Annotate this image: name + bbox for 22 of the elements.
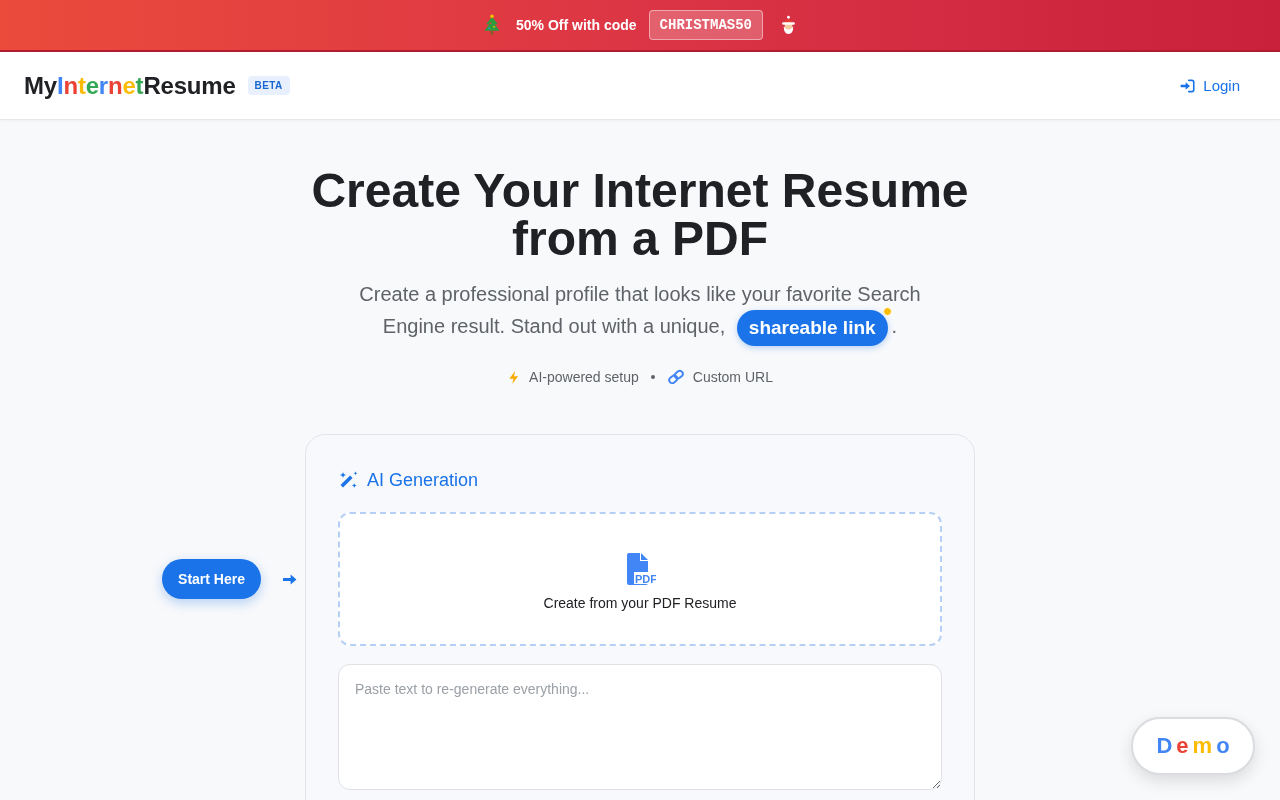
notification-dot-icon — [882, 307, 892, 316]
login-icon — [1180, 78, 1196, 93]
christmas-tree-icon — [482, 14, 502, 36]
santa-face-icon — [779, 15, 798, 35]
separator-dot-icon — [650, 375, 655, 379]
magic-wand-icon — [338, 470, 358, 490]
beta-badge: BETA — [247, 76, 290, 95]
link-icon — [666, 368, 685, 386]
arrow-right-icon — [282, 572, 297, 586]
start-here-button[interactable]: Start Here — [162, 559, 261, 599]
hero-title: Create Your Internet Resume from a PDF — [310, 167, 970, 263]
card-title: AI Generation — [367, 469, 479, 491]
promo-code: CHRISTMAS50 — [648, 10, 763, 40]
hero-subtitle: Create a professional profile that looks like your favorite Search Engine result. Stand out with a unique, shareable link . — [340, 278, 940, 346]
feature-label: Custom URL — [692, 369, 773, 385]
promo-text: 50% Off with code — [516, 17, 637, 33]
pdf-upload-dropzone[interactable]: PDF Create from your PDF Resume — [338, 512, 942, 646]
feature-label: AI-powered setup — [529, 369, 639, 385]
paste-text-field[interactable]: Paste text to re-generate everything... — [338, 664, 942, 790]
logo-text[interactable]: MyInternetResume — [24, 71, 236, 100]
login-link[interactable]: Login — [1180, 77, 1240, 94]
demo-button[interactable]: D e m o — [1131, 717, 1255, 775]
